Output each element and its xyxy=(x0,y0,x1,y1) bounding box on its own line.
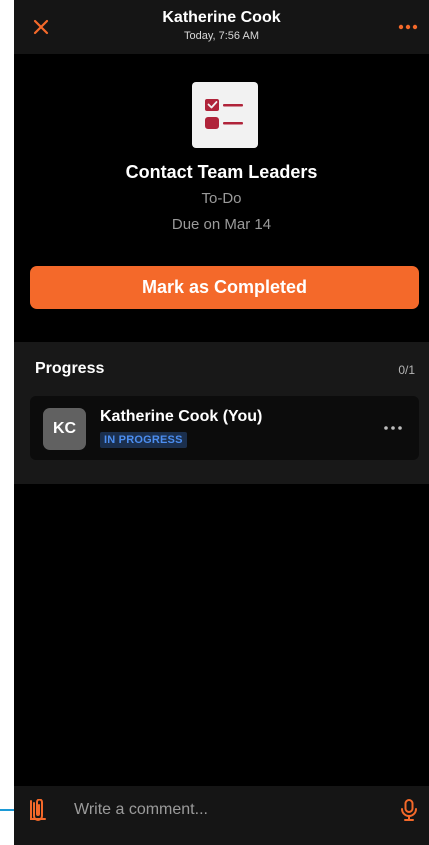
progress-count: 0/1 xyxy=(398,363,415,377)
mark-as-completed-button[interactable]: Mark as Completed xyxy=(30,266,419,309)
task-type-label: To-Do xyxy=(201,190,242,207)
app-screen: Katherine Cook Today, 7:56 AM Contact Te… xyxy=(14,0,429,845)
task-due-date: Due on Mar 14 xyxy=(171,216,272,233)
assignee-row[interactable]: KC Katherine Cook (You) IN PROGRESS xyxy=(30,396,419,460)
assignee-name: Katherine Cook (You) xyxy=(100,408,263,425)
task-details: Contact Team Leaders To-Do Due on Mar 14… xyxy=(14,54,429,342)
progress-section: Progress 0/1 KC Katherine Cook (You) IN … xyxy=(14,342,429,484)
header-subtitle: Today, 7:56 AM xyxy=(183,30,259,42)
task-type-icon-tile xyxy=(192,82,258,148)
task-title: Contact Team Leaders xyxy=(125,162,318,182)
checklist-icon xyxy=(205,99,243,129)
status-badge: IN PROGRESS xyxy=(100,432,187,448)
microphone-button[interactable] xyxy=(397,798,421,822)
header-bar: Katherine Cook Today, 7:56 AM xyxy=(14,0,429,54)
more-options-button[interactable] xyxy=(395,14,421,40)
more-horizontal-icon xyxy=(384,426,402,430)
attachment-icon xyxy=(30,799,46,821)
more-horizontal-icon xyxy=(398,24,418,30)
assignee-more-button[interactable] xyxy=(381,418,405,438)
microphone-icon xyxy=(401,799,417,821)
comment-input[interactable] xyxy=(74,797,374,823)
progress-heading: Progress xyxy=(35,360,105,377)
annotation-pointer-line xyxy=(0,809,14,811)
header-title: Katherine Cook xyxy=(162,9,281,26)
avatar: KC xyxy=(43,408,86,450)
attachment-button[interactable] xyxy=(26,798,50,822)
comment-bar xyxy=(14,786,429,845)
